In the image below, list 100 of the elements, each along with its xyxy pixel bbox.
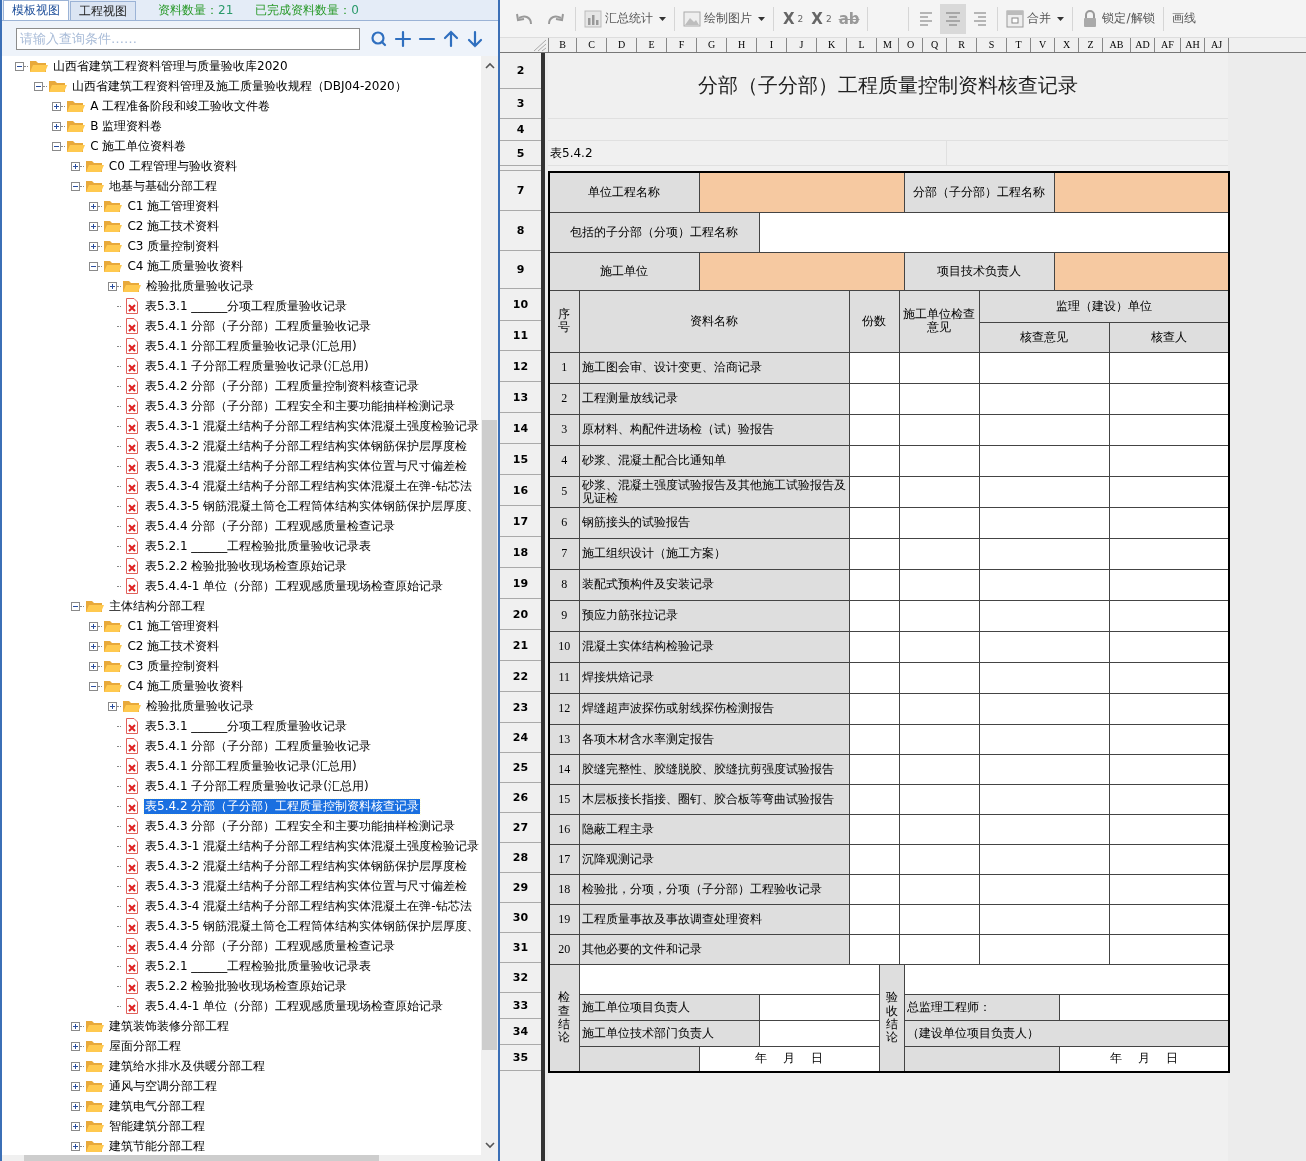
tree-item[interactable]: 表5.2.1 ______工程检验批质量验收记录表 xyxy=(144,958,373,974)
tree-item[interactable]: 表5.4.1 分部工程质量验收记录(汇总用) xyxy=(144,338,358,354)
column-header[interactable]: H xyxy=(727,38,757,52)
column-header[interactable]: K xyxy=(817,38,847,52)
tree-item[interactable]: 表5.4.1 子分部工程质量验收记录(汇总用) xyxy=(144,778,370,794)
plus-box-icon[interactable] xyxy=(89,641,99,651)
column-header[interactable]: S xyxy=(977,38,1007,52)
plus-box-icon[interactable] xyxy=(52,101,62,111)
minus-box-icon[interactable] xyxy=(52,141,62,151)
minus-box-icon[interactable] xyxy=(15,61,24,71)
tree-item[interactable]: 建筑装饰装修分部工程 xyxy=(107,1018,230,1034)
tab[interactable]: 工程视图 xyxy=(70,1,136,20)
column-header[interactable]: AJ xyxy=(1205,38,1229,52)
row-header[interactable]: 28 xyxy=(500,843,541,873)
plus-box-icon[interactable] xyxy=(89,241,99,251)
tree-item[interactable]: 表5.4.3-4 混凝土结构子分部工程结构实体混凝土在弹-钻芯法 xyxy=(144,478,473,494)
row-header[interactable]: 4 xyxy=(500,119,541,141)
down-arrow-icon[interactable] xyxy=(466,29,484,48)
tree-item[interactable]: 表5.4.1 分部工程质量验收记录(汇总用) xyxy=(144,758,358,774)
plus-box-icon[interactable] xyxy=(70,1021,80,1031)
tree-item[interactable]: C0 工程管理与验收资料 xyxy=(107,158,238,174)
plus-box-icon[interactable] xyxy=(70,1101,80,1111)
tree-item[interactable]: 表5.4.2 分部（子分部）工程质量控制资料核查记录 xyxy=(144,378,421,394)
tree-item[interactable]: 表5.2.2 检验批验收现场检查原始记录 xyxy=(144,978,349,994)
row-header[interactable]: 31 xyxy=(500,933,541,963)
tree-item[interactable]: 表5.4.1 子分部工程质量验收记录(汇总用) xyxy=(144,358,370,374)
plus-box-icon[interactable] xyxy=(70,1061,80,1071)
tree-item[interactable]: C3 质量控制资料 xyxy=(126,238,221,254)
plus-box-icon[interactable] xyxy=(70,1081,80,1091)
up-arrow-icon[interactable] xyxy=(442,29,460,48)
tab[interactable]: 模板视图 xyxy=(3,0,69,20)
column-header[interactable]: AF xyxy=(1155,38,1181,52)
minus-box-icon[interactable] xyxy=(89,261,99,271)
plus-icon[interactable] xyxy=(394,29,412,48)
tree-item[interactable]: 建筑节能分部工程 xyxy=(107,1138,206,1154)
tree-item[interactable]: 表5.4.3-2 混凝土结构子分部工程结构实体钢筋保护层厚度检 xyxy=(144,858,469,874)
tree-item[interactable]: C3 质量控制资料 xyxy=(126,658,221,674)
plus-box-icon[interactable] xyxy=(52,121,62,131)
column-header[interactable]: L xyxy=(847,38,877,52)
tree-item[interactable]: 表5.4.4 分部（子分部）工程观感质量检查记录 xyxy=(144,938,397,954)
column-header[interactable]: M xyxy=(877,38,899,52)
minus-box-icon[interactable] xyxy=(33,81,43,91)
column-header[interactable]: Q xyxy=(923,38,947,52)
scroll-thumb[interactable] xyxy=(482,420,497,1050)
scroll-up-icon[interactable] xyxy=(484,62,495,70)
tree-item[interactable]: 表5.4.4-1 单位（分部）工程观感质量现场检查原始记录 xyxy=(144,578,445,594)
tree-item[interactable]: 地基与基础分部工程 xyxy=(107,178,218,194)
tree-item[interactable]: B 监理资料卷 xyxy=(89,118,164,134)
plus-box-icon[interactable] xyxy=(89,221,99,231)
row-header[interactable]: 9 xyxy=(500,251,541,289)
row-header[interactable]: 19 xyxy=(500,568,541,599)
column-header[interactable]: R xyxy=(947,38,977,52)
row-header[interactable]: 11 xyxy=(500,321,541,351)
tree-item[interactable]: 智能建筑分部工程 xyxy=(107,1118,206,1134)
column-header[interactable]: X xyxy=(1055,38,1079,52)
row-header[interactable]: 17 xyxy=(500,506,541,537)
tree-item[interactable]: 表5.4.4-1 单位（分部）工程观感质量现场检查原始记录 xyxy=(144,998,445,1014)
tree-item[interactable]: 表5.4.3-3 混凝土结构子分部工程结构实体位置与尺寸偏差检 xyxy=(144,458,469,474)
tree-item[interactable]: 表5.3.1 ______分项工程质量验收记录 xyxy=(144,718,349,734)
row-header[interactable]: 18 xyxy=(500,537,541,568)
draw-picture-button[interactable]: 绘制图片 xyxy=(680,3,768,34)
row-header[interactable]: 22 xyxy=(500,661,541,692)
tree-item[interactable]: 表5.2.2 检验批验收现场检查原始记录 xyxy=(144,558,349,574)
tree-item[interactable]: 检验批质量验收记录 xyxy=(145,698,255,714)
column-header[interactable]: D xyxy=(607,38,637,52)
tree-item[interactable]: 表5.4.3-5 钢筋混凝土筒仓工程筒体结构实体钢筋保护层厚度、 xyxy=(144,498,481,514)
tree-item[interactable]: 表5.2.1 ______工程检验批质量验收记录表 xyxy=(144,538,373,554)
column-header[interactable]: C xyxy=(577,38,607,52)
row-header[interactable]: 30 xyxy=(500,903,541,933)
row-header[interactable]: 27 xyxy=(500,813,541,843)
summary-button[interactable]: 汇总统计 xyxy=(581,3,669,34)
tree-item[interactable]: 屋面分部工程 xyxy=(107,1038,182,1054)
column-header[interactable]: F xyxy=(667,38,697,52)
row-header[interactable]: 35 xyxy=(500,1045,541,1071)
row-header[interactable]: 13 xyxy=(500,382,541,413)
tree-item[interactable]: 检验批质量验收记录 xyxy=(145,278,255,294)
plus-box-icon[interactable] xyxy=(108,701,117,711)
scrollbar[interactable] xyxy=(481,56,498,1155)
tree-item[interactable]: 表5.4.3 分部（子分部）工程安全和主要功能抽样检测记录 xyxy=(144,398,457,414)
tree-item[interactable]: 山西省建筑工程资料管理及施工质量验收规程（DBJ04-2020） xyxy=(70,78,408,94)
row-header[interactable]: 25 xyxy=(500,753,541,783)
minus-box-icon[interactable] xyxy=(89,681,99,691)
plus-box-icon[interactable] xyxy=(70,161,80,171)
row-header[interactable]: 10 xyxy=(500,289,541,321)
column-header[interactable]: T xyxy=(1007,38,1031,52)
row-header[interactable]: 23 xyxy=(500,692,541,723)
tree-item[interactable]: 通风与空调分部工程 xyxy=(107,1078,218,1094)
tree-item[interactable]: 表5.4.3-5 钢筋混凝土筒仓工程筒体结构实体钢筋保护层厚度、 xyxy=(144,918,481,934)
column-header[interactable]: G xyxy=(697,38,727,52)
minus-box-icon[interactable] xyxy=(70,601,80,611)
tree-item[interactable]: 表5.4.2 分部（子分部）工程质量控制资料核查记录 xyxy=(144,798,421,814)
row-header[interactable]: 24 xyxy=(500,723,541,753)
column-header[interactable]: Z xyxy=(1079,38,1103,52)
plus-box-icon[interactable] xyxy=(70,1041,80,1051)
tree-item[interactable]: 建筑电气分部工程 xyxy=(107,1098,206,1114)
plus-box-icon[interactable] xyxy=(70,1141,80,1151)
tree-item[interactable]: 山西省建筑工程资料管理与质量验收库2020 xyxy=(52,58,289,74)
row-header[interactable]: 21 xyxy=(500,630,541,661)
row-header[interactable]: 12 xyxy=(500,351,541,382)
superscript-button[interactable]: X$^{2}$ xyxy=(779,3,808,34)
